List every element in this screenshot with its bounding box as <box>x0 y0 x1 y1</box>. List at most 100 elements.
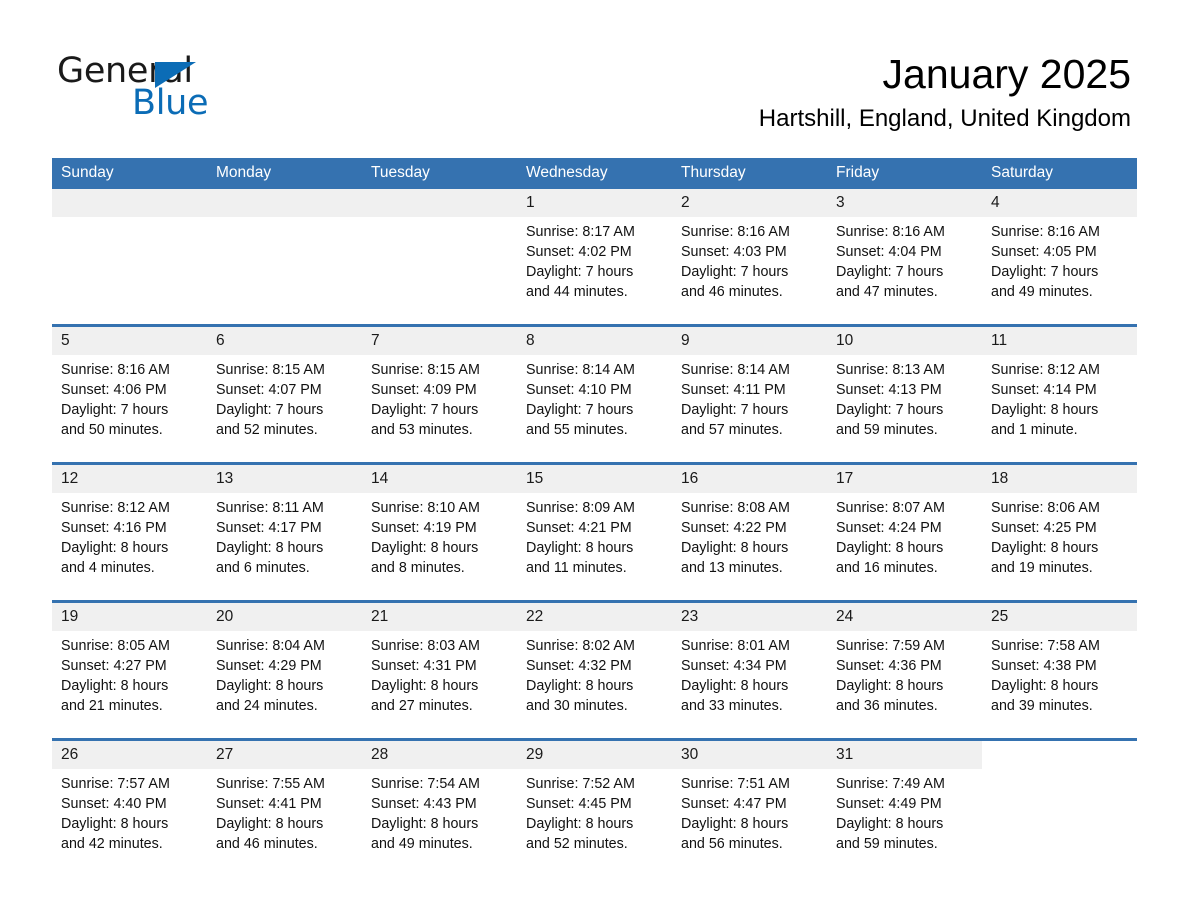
sunrise-text: Sunrise: 8:08 AM <box>681 500 790 516</box>
calendar-day-cell[interactable]: 30 Sunrise: 7:51 AM Sunset: 4:47 PM Dayligh… <box>672 738 827 876</box>
day-details: Sunrise: 8:15 AM Sunset: 4:07 PM Daylight:… <box>207 355 362 440</box>
sunrise-text: Sunrise: 8:05 AM <box>61 638 170 654</box>
calendar-day-cell[interactable]: 5 Sunrise: 8:16 AM Sunset: 4:06 PM Daylight… <box>52 324 207 464</box>
calendar-day-cell[interactable]: 15 Sunrise: 8:09 AM Sunset: 4:21 PM Dayligh… <box>517 462 672 602</box>
day-details: Sunrise: 8:02 AM Sunset: 4:32 PM Daylight:… <box>517 631 672 716</box>
day-number: 13 <box>207 465 362 493</box>
daylight-text: Daylight: 8 hours <box>526 678 634 694</box>
sunset-text: Sunset: 4:06 PM <box>61 382 167 398</box>
day-details: Sunrise: 8:05 AM Sunset: 4:27 PM Daylight:… <box>52 631 207 716</box>
calendar-day-cell[interactable]: 3 Sunrise: 8:16 AM Sunset: 4:04 PM Daylight… <box>827 189 982 326</box>
sunrise-text: Sunrise: 8:06 AM <box>991 500 1100 516</box>
calendar-day-cell[interactable]: 12 Sunrise: 8:12 AM Sunset: 4:16 PM Dayligh… <box>52 462 207 602</box>
daylight-text: Daylight: 8 hours <box>61 678 169 694</box>
sunrise-text: Sunrise: 8:16 AM <box>681 224 790 240</box>
day-details: Sunrise: 8:03 AM Sunset: 4:31 PM Daylight:… <box>362 631 517 716</box>
day-number: 6 <box>207 327 362 355</box>
day-number: 10 <box>827 327 982 355</box>
calendar-cell-inner: 28 Sunrise: 7:54 AM Sunset: 4:43 PM Dayligh… <box>362 741 517 876</box>
daylight-text-cont: and 49 minutes. <box>371 836 473 852</box>
calendar-day-cell[interactable]: 19 Sunrise: 8:05 AM Sunset: 4:27 PM Dayligh… <box>52 600 207 740</box>
day-details: Sunrise: 8:11 AM Sunset: 4:17 PM Daylight:… <box>207 493 362 578</box>
calendar-day-cell[interactable]: 22 Sunrise: 8:02 AM Sunset: 4:32 PM Dayligh… <box>517 600 672 740</box>
calendar-day-cell[interactable]: 21 Sunrise: 8:03 AM Sunset: 4:31 PM Dayligh… <box>362 600 517 740</box>
sunset-text: Sunset: 4:25 PM <box>991 520 1097 536</box>
daylight-text: Daylight: 8 hours <box>216 678 324 694</box>
sunrise-text: Sunrise: 7:52 AM <box>526 776 635 792</box>
day-number <box>207 189 362 217</box>
sunrise-text: Sunrise: 8:12 AM <box>991 362 1100 378</box>
calendar-cell-inner: 25 Sunrise: 7:58 AM Sunset: 4:38 PM Dayligh… <box>982 603 1137 738</box>
day-details: Sunrise: 8:10 AM Sunset: 4:19 PM Daylight:… <box>362 493 517 578</box>
day-details: Sunrise: 8:14 AM Sunset: 4:11 PM Daylight:… <box>672 355 827 440</box>
sunrise-text: Sunrise: 8:17 AM <box>526 224 635 240</box>
sunrise-text: Sunrise: 8:03 AM <box>371 638 480 654</box>
day-details: Sunrise: 8:16 AM Sunset: 4:04 PM Daylight:… <box>827 217 982 302</box>
calendar-day-cell[interactable]: 18 Sunrise: 8:06 AM Sunset: 4:25 PM Dayligh… <box>982 462 1137 602</box>
calendar-day-cell[interactable]: 27 Sunrise: 7:55 AM Sunset: 4:41 PM Dayligh… <box>207 738 362 876</box>
page-header: General Blue January 2025 Hartshill, Eng… <box>0 0 1188 150</box>
daylight-text: Daylight: 7 hours <box>836 402 944 418</box>
day-number: 25 <box>982 603 1137 631</box>
calendar-week-row: 19 Sunrise: 8:05 AM Sunset: 4:27 PM Dayligh… <box>52 600 1137 740</box>
calendar-day-cell[interactable]: 31 Sunrise: 7:49 AM Sunset: 4:49 PM Dayligh… <box>827 738 982 876</box>
sunset-text: Sunset: 4:45 PM <box>526 796 632 812</box>
calendar-day-cell[interactable]: 9 Sunrise: 8:14 AM Sunset: 4:11 PM Daylight… <box>672 324 827 464</box>
daylight-text: Daylight: 7 hours <box>371 402 479 418</box>
page-title: January 2025 <box>882 51 1131 97</box>
sunrise-text: Sunrise: 8:15 AM <box>371 362 480 378</box>
calendar-day-cell[interactable]: 10 Sunrise: 8:13 AM Sunset: 4:13 PM Dayligh… <box>827 324 982 464</box>
sunset-text: Sunset: 4:22 PM <box>681 520 787 536</box>
calendar-cell-inner: 7 Sunrise: 8:15 AM Sunset: 4:09 PM Daylight… <box>362 327 517 462</box>
calendar-day-cell[interactable]: 4 Sunrise: 8:16 AM Sunset: 4:05 PM Daylight… <box>982 189 1137 326</box>
calendar-day-cell[interactable]: 29 Sunrise: 7:52 AM Sunset: 4:45 PM Dayligh… <box>517 738 672 876</box>
general-blue-logo[interactable]: General Blue <box>57 52 317 127</box>
day-number: 26 <box>52 741 207 769</box>
calendar-day-cell[interactable]: 24 Sunrise: 7:59 AM Sunset: 4:36 PM Dayligh… <box>827 600 982 740</box>
calendar-day-cell[interactable]: 20 Sunrise: 8:04 AM Sunset: 4:29 PM Dayligh… <box>207 600 362 740</box>
daylight-text: Daylight: 8 hours <box>991 678 1099 694</box>
day-number: 1 <box>517 189 672 217</box>
calendar-cell-inner <box>207 189 362 324</box>
calendar-day-cell[interactable]: 23 Sunrise: 8:01 AM Sunset: 4:34 PM Dayligh… <box>672 600 827 740</box>
daylight-text-cont: and 33 minutes. <box>681 698 783 714</box>
daylight-text-cont: and 42 minutes. <box>61 836 163 852</box>
sunrise-text: Sunrise: 7:59 AM <box>836 638 945 654</box>
calendar-table: Sunday Monday Tuesday Wednesday Thursday… <box>52 158 1137 876</box>
calendar-day-cell[interactable]: 2 Sunrise: 8:16 AM Sunset: 4:03 PM Daylight… <box>672 189 827 326</box>
sunset-text: Sunset: 4:11 PM <box>681 382 786 398</box>
calendar-week-row: 5 Sunrise: 8:16 AM Sunset: 4:06 PM Daylight… <box>52 324 1137 464</box>
calendar-day-cell[interactable]: 1 Sunrise: 8:17 AM Sunset: 4:02 PM Daylight… <box>517 189 672 326</box>
calendar-day-cell[interactable]: 17 Sunrise: 8:07 AM Sunset: 4:24 PM Dayligh… <box>827 462 982 602</box>
calendar-day-cell[interactable]: 6 Sunrise: 8:15 AM Sunset: 4:07 PM Daylight… <box>207 324 362 464</box>
calendar-day-cell[interactable]: 11 Sunrise: 8:12 AM Sunset: 4:14 PM Dayligh… <box>982 324 1137 464</box>
day-number: 28 <box>362 741 517 769</box>
daylight-text: Daylight: 8 hours <box>216 540 324 556</box>
calendar-day-cell[interactable]: 8 Sunrise: 8:14 AM Sunset: 4:10 PM Daylight… <box>517 324 672 464</box>
calendar-cell-inner: 12 Sunrise: 8:12 AM Sunset: 4:16 PM Dayligh… <box>52 465 207 600</box>
calendar-cell-inner: 8 Sunrise: 8:14 AM Sunset: 4:10 PM Daylight… <box>517 327 672 462</box>
daylight-text: Daylight: 8 hours <box>371 678 479 694</box>
daylight-text-cont: and 56 minutes. <box>681 836 783 852</box>
daylight-text-cont: and 24 minutes. <box>216 698 318 714</box>
day-number: 3 <box>827 189 982 217</box>
sunrise-text: Sunrise: 8:13 AM <box>836 362 945 378</box>
calendar-day-cell[interactable]: 25 Sunrise: 7:58 AM Sunset: 4:38 PM Dayligh… <box>982 600 1137 740</box>
calendar-day-cell[interactable]: 14 Sunrise: 8:10 AM Sunset: 4:19 PM Dayligh… <box>362 462 517 602</box>
day-details: Sunrise: 8:08 AM Sunset: 4:22 PM Daylight:… <box>672 493 827 578</box>
calendar-week-row: 26 Sunrise: 7:57 AM Sunset: 4:40 PM Dayligh… <box>52 738 1137 876</box>
day-details: Sunrise: 7:49 AM Sunset: 4:49 PM Daylight:… <box>827 769 982 854</box>
calendar-cell-inner: 18 Sunrise: 8:06 AM Sunset: 4:25 PM Dayligh… <box>982 465 1137 600</box>
day-details: Sunrise: 8:01 AM Sunset: 4:34 PM Daylight:… <box>672 631 827 716</box>
daylight-text: Daylight: 8 hours <box>681 678 789 694</box>
daylight-text-cont: and 4 minutes. <box>61 560 155 576</box>
calendar-day-cell[interactable]: 28 Sunrise: 7:54 AM Sunset: 4:43 PM Dayligh… <box>362 738 517 876</box>
calendar-day-cell[interactable]: 16 Sunrise: 8:08 AM Sunset: 4:22 PM Dayligh… <box>672 462 827 602</box>
sunset-text: Sunset: 4:09 PM <box>371 382 477 398</box>
calendar-day-cell[interactable]: 13 Sunrise: 8:11 AM Sunset: 4:17 PM Dayligh… <box>207 462 362 602</box>
daylight-text: Daylight: 8 hours <box>991 402 1099 418</box>
calendar-day-cell[interactable]: 7 Sunrise: 8:15 AM Sunset: 4:09 PM Daylight… <box>362 324 517 464</box>
calendar-cell-inner: 27 Sunrise: 7:55 AM Sunset: 4:41 PM Dayligh… <box>207 741 362 876</box>
calendar-day-cell[interactable]: 26 Sunrise: 7:57 AM Sunset: 4:40 PM Dayligh… <box>52 738 207 876</box>
day-details: Sunrise: 8:15 AM Sunset: 4:09 PM Daylight:… <box>362 355 517 440</box>
